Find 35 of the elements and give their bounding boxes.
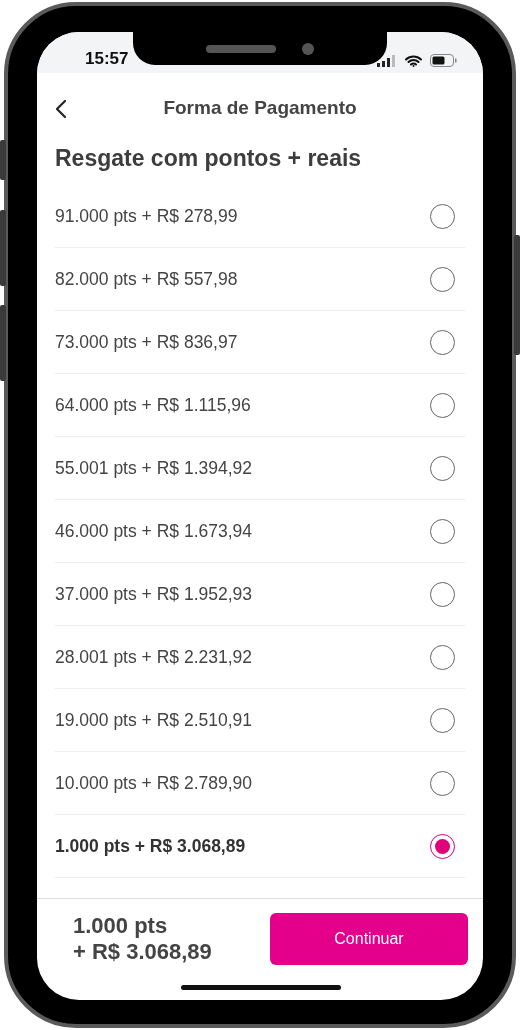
payment-option[interactable]: 37.000 pts + R$ 1.952,93 bbox=[55, 563, 465, 626]
option-label: 91.000 pts + R$ 278,99 bbox=[55, 205, 238, 227]
payment-option[interactable]: 91.000 pts + R$ 278,99 bbox=[55, 185, 465, 248]
payment-option[interactable]: 64.000 pts + R$ 1.115,96 bbox=[55, 374, 465, 437]
back-button[interactable] bbox=[53, 97, 69, 121]
page-title: Forma de Pagamento bbox=[163, 97, 357, 119]
option-label: 82.000 pts + R$ 557,98 bbox=[55, 268, 238, 290]
wifi-icon bbox=[405, 54, 422, 67]
option-label: 37.000 pts + R$ 1.952,93 bbox=[55, 583, 253, 605]
option-label: 19.000 pts + R$ 2.510,91 bbox=[55, 709, 253, 731]
camera-dot bbox=[302, 42, 314, 55]
option-label: 46.000 pts + R$ 1.673,94 bbox=[55, 520, 253, 542]
option-label: 55.001 pts + R$ 1.394,92 bbox=[55, 457, 253, 479]
total-amount: + R$ 3.068,89 bbox=[73, 939, 212, 965]
payment-option[interactable]: 28.001 pts + R$ 2.231,92 bbox=[55, 626, 465, 689]
payment-option[interactable]: 1.000 pts + R$ 3.068,89 bbox=[55, 815, 465, 878]
payment-option[interactable]: 82.000 pts + R$ 557,98 bbox=[55, 248, 465, 311]
payment-option[interactable]: 10.000 pts + R$ 2.789,90 bbox=[55, 752, 465, 815]
payment-option[interactable]: 19.000 pts + R$ 2.510,91 bbox=[55, 689, 465, 752]
continue-button[interactable]: Continuar bbox=[270, 913, 468, 965]
speaker-grille bbox=[206, 44, 276, 53]
battery-icon bbox=[430, 54, 457, 67]
signal-icon bbox=[377, 54, 397, 67]
option-label: 64.000 pts + R$ 1.115,96 bbox=[55, 394, 251, 416]
payment-option[interactable]: 55.001 pts + R$ 1.394,92 bbox=[55, 437, 465, 500]
status-time: 15:57 bbox=[85, 49, 129, 69]
section-title: Resgate com pontos + reais bbox=[54, 144, 363, 173]
back-icon bbox=[55, 99, 67, 119]
payment-option[interactable]: 46.000 pts + R$ 1.673,94 bbox=[55, 500, 465, 563]
payment-option[interactable]: 73.000 pts + R$ 836,97 bbox=[55, 311, 465, 374]
option-label: 1.000 pts + R$ 3.068,89 bbox=[55, 835, 246, 857]
option-label: 73.000 pts + R$ 836,97 bbox=[55, 331, 238, 353]
option-label: 10.000 pts + R$ 2.789,90 bbox=[55, 772, 253, 794]
option-label: 28.001 pts + R$ 2.231,92 bbox=[55, 646, 253, 668]
total-points: 1.000 pts bbox=[73, 913, 169, 939]
